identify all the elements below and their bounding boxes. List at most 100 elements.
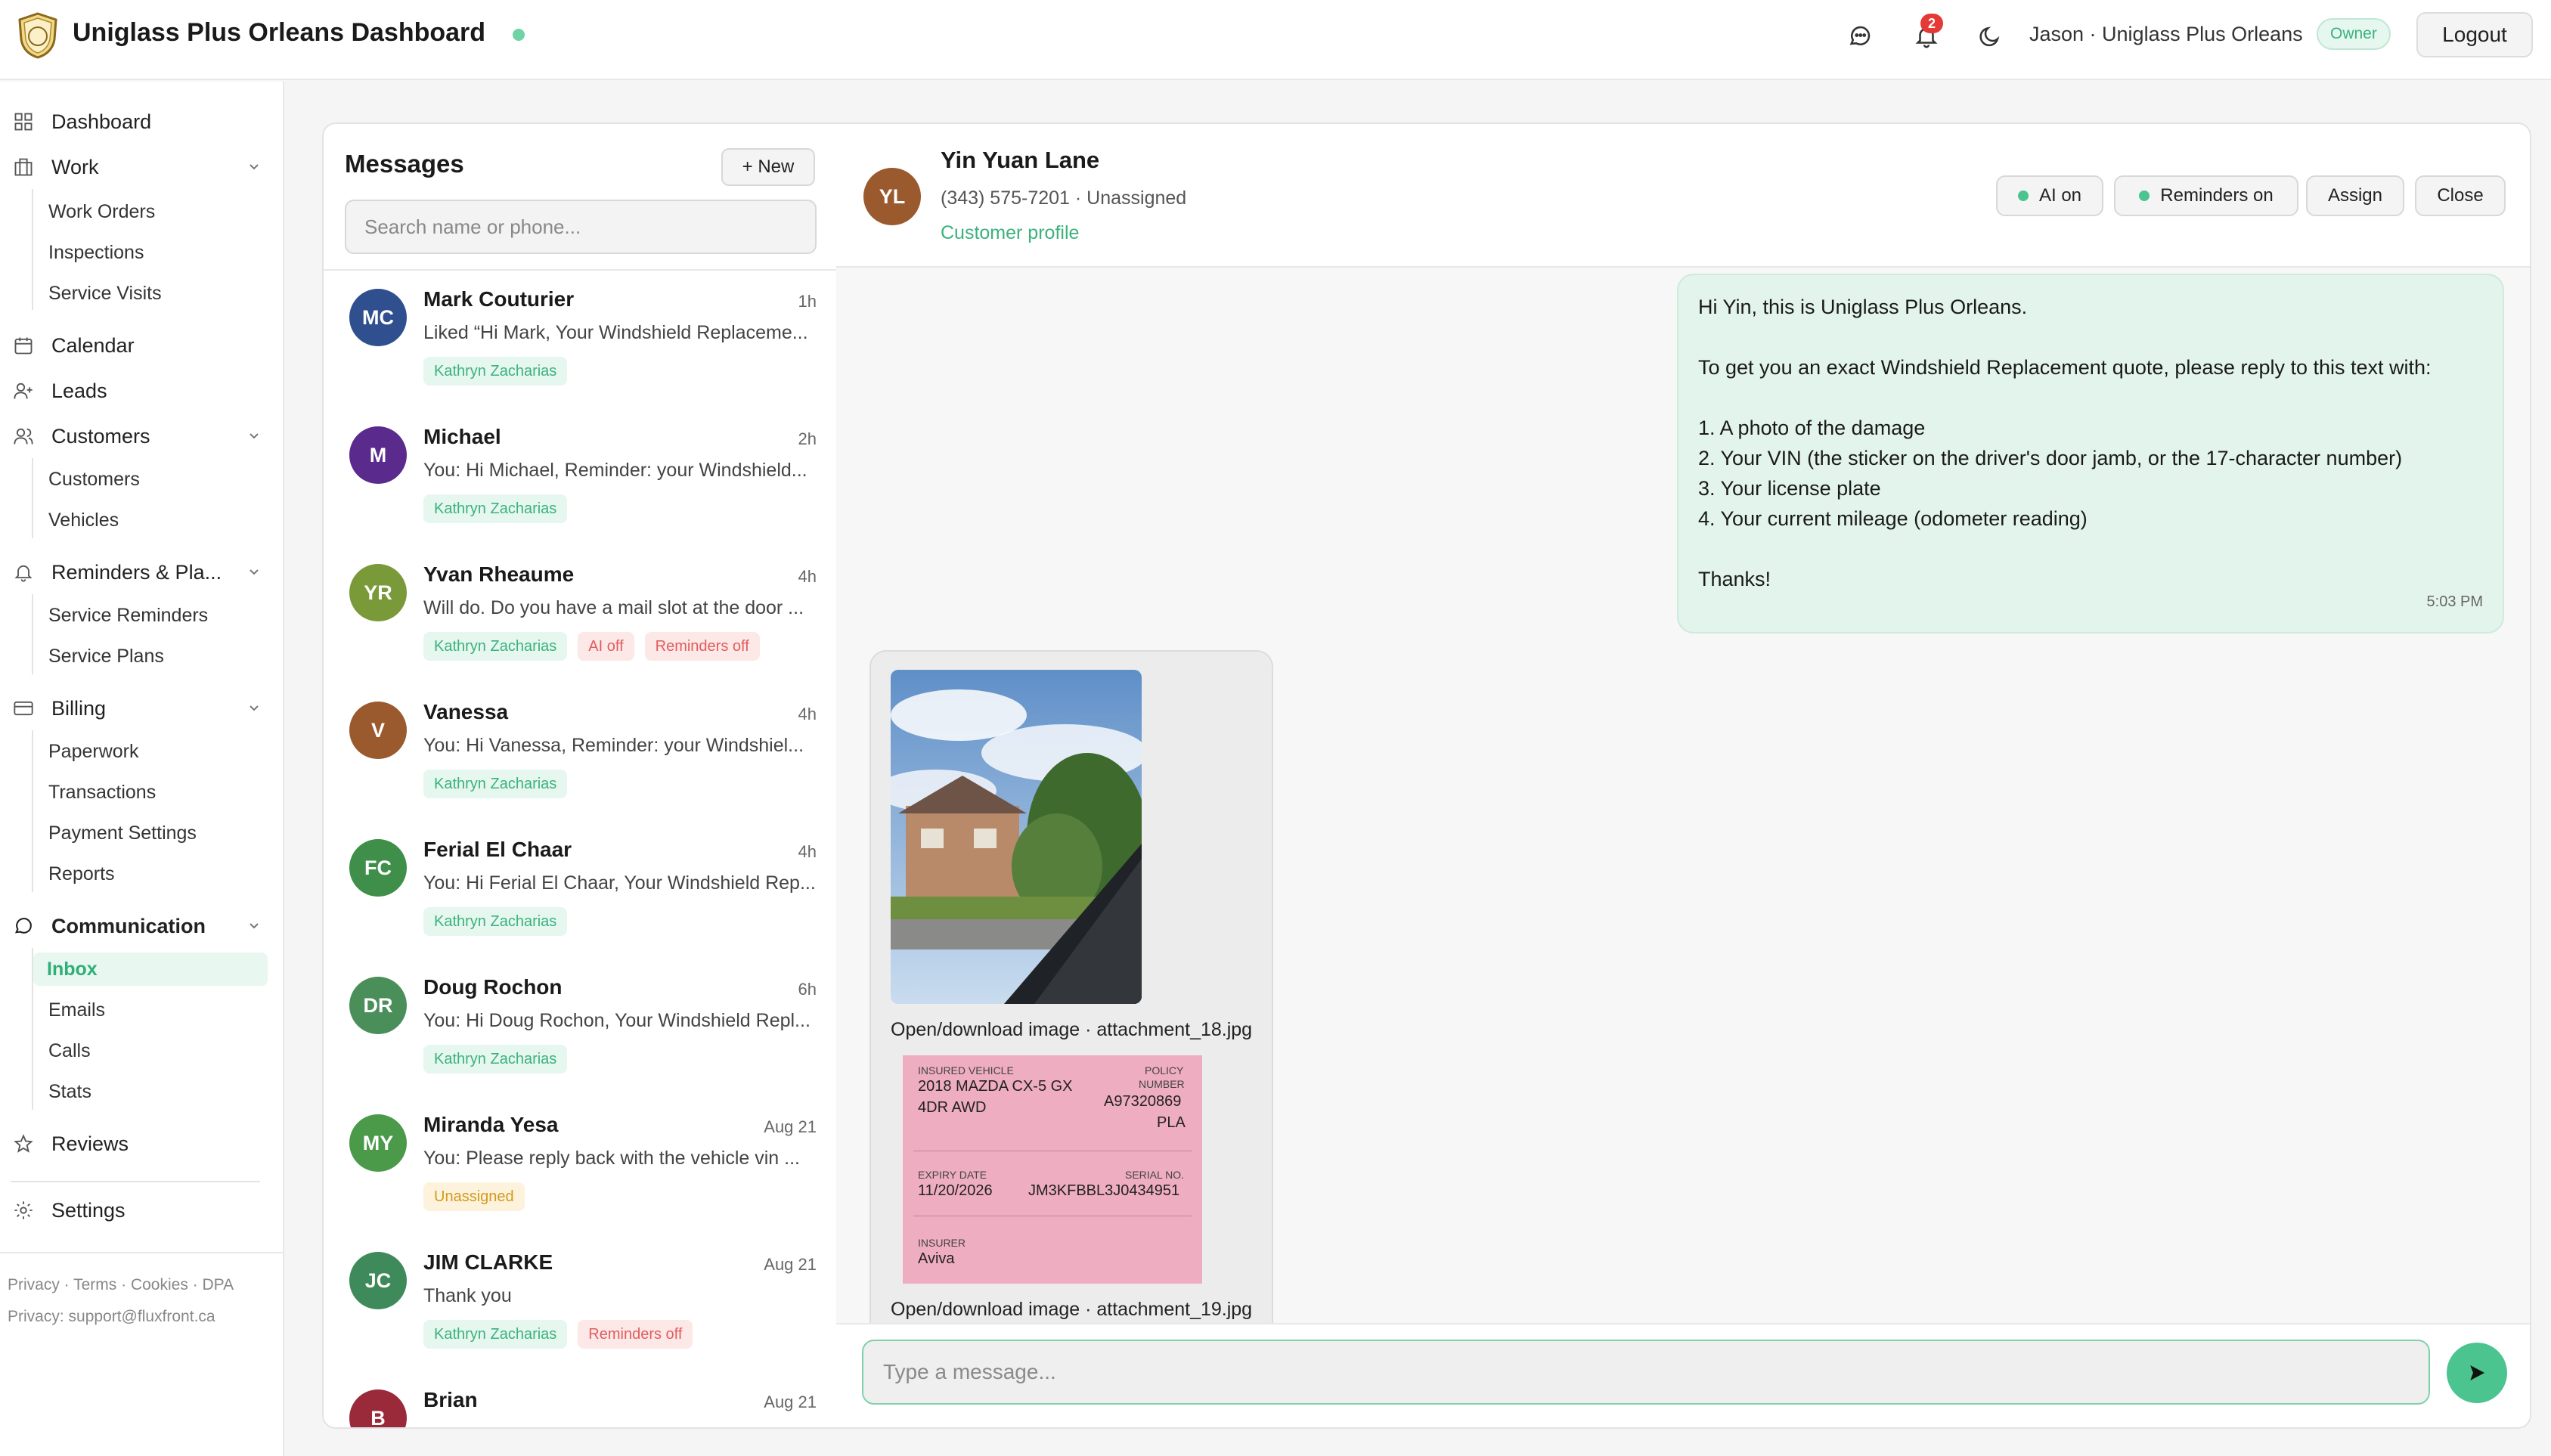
reminders-label: Reminders on bbox=[2160, 185, 2274, 206]
nav-reminders[interactable]: Reminders & Pla... bbox=[11, 553, 268, 591]
footer-links[interactable]: Privacy · Terms · Cookies · DPA bbox=[8, 1276, 234, 1294]
conversation-preview: You: Hi Ferial El Chaar, Your Windshield… bbox=[423, 872, 816, 894]
conversation-item[interactable]: YR Yvan Rheaume 4h Will do. Do you have … bbox=[324, 546, 836, 683]
chat-bubble-icon bbox=[11, 913, 36, 939]
conversation-name: Vanessa bbox=[423, 700, 509, 723]
submenu-line bbox=[32, 730, 33, 892]
doc-label: EXPIRY DATE bbox=[918, 1169, 987, 1181]
conversation-item[interactable]: V Vanessa 4h You: Hi Vanessa, Reminder: … bbox=[324, 683, 836, 821]
sidebar: Dashboard Work Work Orders Inspections S… bbox=[0, 82, 284, 1456]
nav-settings[interactable]: Settings bbox=[11, 1191, 268, 1229]
conversation-item[interactable]: MC Mark Couturier 1h Liked “Hi Mark, You… bbox=[324, 271, 836, 408]
nav-label: Billing bbox=[51, 696, 107, 720]
new-message-button[interactable]: + New bbox=[721, 148, 815, 186]
send-button[interactable] bbox=[2447, 1343, 2507, 1403]
nav-inbox[interactable]: Inbox bbox=[33, 953, 268, 986]
nav-service-reminders[interactable]: Service Reminders bbox=[48, 599, 208, 632]
message-time: 5:03 PM bbox=[2426, 593, 2483, 610]
avatar: YR bbox=[349, 564, 407, 621]
doc-value: JM3KFBBL3J0434951 bbox=[1028, 1182, 1180, 1199]
conversation-time: Aug 21 bbox=[764, 1255, 817, 1274]
nav-customers-list[interactable]: Customers bbox=[48, 463, 140, 496]
conversation-item[interactable]: MY Miranda Yesa Aug 21 You: Please reply… bbox=[324, 1096, 836, 1234]
avatar: FC bbox=[349, 839, 407, 897]
chat-header: YL Yin Yuan Lane (343) 575-7201 · Unassi… bbox=[836, 124, 2530, 268]
doc-label: INSURED VEHICLE bbox=[918, 1064, 1014, 1077]
conversation-item[interactable]: B Brian Aug 21 bbox=[324, 1371, 836, 1427]
nav-leads[interactable]: Leads bbox=[11, 372, 268, 410]
attachment-link[interactable]: Open/download image · attachment_18.jpg bbox=[891, 1019, 1252, 1041]
nav-label: Dashboard bbox=[51, 110, 152, 133]
search-input[interactable] bbox=[345, 200, 817, 254]
conversation-preview: You: Hi Vanessa, Reminder: your Windshie… bbox=[423, 735, 804, 756]
send-icon bbox=[2470, 1365, 2484, 1380]
nav-stats[interactable]: Stats bbox=[48, 1075, 91, 1108]
conversation-time: Aug 21 bbox=[764, 1117, 817, 1136]
conversation-item[interactable]: DR Doug Rochon 6h You: Hi Doug Rochon, Y… bbox=[324, 959, 836, 1096]
nav-transactions[interactable]: Transactions bbox=[48, 776, 156, 809]
conversation-preview: Liked “Hi Mark, Your Windshield Replacem… bbox=[423, 322, 808, 343]
ai-toggle-button[interactable]: AI on bbox=[1996, 175, 2103, 216]
reminders-toggle-button[interactable]: Reminders on bbox=[2114, 175, 2298, 216]
avatar: M bbox=[349, 426, 407, 484]
nav-vehicles[interactable]: Vehicles bbox=[48, 503, 119, 537]
logout-button[interactable]: Logout bbox=[2416, 12, 2533, 57]
avatar: JC bbox=[349, 1252, 407, 1309]
conversation-time: 6h bbox=[798, 980, 817, 999]
message-line: 3. Your license plate bbox=[1698, 477, 1881, 500]
attachment-photo[interactable] bbox=[891, 670, 1142, 1004]
nav-reviews[interactable]: Reviews bbox=[11, 1125, 268, 1163]
assignee-tag: Kathryn Zacharias bbox=[423, 494, 568, 523]
attachment-link[interactable]: Open/download image · attachment_19.jpg bbox=[891, 1299, 1252, 1321]
nav-payment-settings[interactable]: Payment Settings bbox=[48, 816, 197, 850]
nav-dashboard[interactable]: Dashboard bbox=[11, 103, 268, 141]
conversation-item[interactable]: M Michael 2h You: Hi Michael, Reminder: … bbox=[324, 408, 836, 546]
nav-reports[interactable]: Reports bbox=[48, 857, 115, 891]
shield-logo-icon bbox=[18, 12, 57, 59]
message-input[interactable] bbox=[862, 1340, 2430, 1405]
conversation-item[interactable]: JC JIM CLARKE Aug 21 Thank you Kathryn Z… bbox=[324, 1234, 836, 1371]
conversation-time: 4h bbox=[798, 842, 817, 861]
assign-button[interactable]: Assign bbox=[2306, 175, 2404, 216]
chat-icon[interactable] bbox=[1843, 20, 1877, 53]
top-bar: Uniglass Plus Orleans Dashboard 2 Jason … bbox=[0, 0, 2551, 80]
user-plus-icon bbox=[11, 378, 36, 404]
conversation-time: 4h bbox=[798, 705, 817, 723]
submenu-line bbox=[32, 458, 33, 538]
nav-service-plans[interactable]: Service Plans bbox=[48, 640, 164, 673]
doc-value: PLA bbox=[1157, 1114, 1186, 1131]
gear-icon bbox=[11, 1197, 36, 1223]
nav-paperwork[interactable]: Paperwork bbox=[48, 735, 139, 768]
nav-communication[interactable]: Communication bbox=[11, 907, 268, 945]
contact-name: Yin Yuan Lane bbox=[941, 147, 1100, 173]
doc-label: INSURER bbox=[918, 1237, 966, 1249]
nav-work[interactable]: Work bbox=[11, 148, 268, 186]
conversation-time: Aug 21 bbox=[764, 1392, 817, 1411]
nav-service-visits[interactable]: Service Visits bbox=[48, 277, 162, 310]
users-icon bbox=[11, 423, 36, 449]
reminders-off-tag: Reminders off bbox=[578, 1320, 693, 1349]
nav-calendar[interactable]: Calendar bbox=[11, 327, 268, 364]
attachment-document[interactable]: INSURED VEHICLE 2018 MAZDA CX-5 GX 4DR A… bbox=[903, 1055, 1202, 1284]
nav-label: Leads bbox=[51, 379, 107, 402]
moon-icon[interactable] bbox=[1973, 20, 2007, 53]
role-badge: Owner bbox=[2317, 18, 2391, 50]
star-icon bbox=[11, 1131, 36, 1157]
message-line: 1. A photo of the damage bbox=[1698, 417, 1926, 439]
footer-privacy[interactable]: Privacy: support@fluxfront.ca bbox=[8, 1308, 215, 1326]
customer-profile-link[interactable]: Customer profile bbox=[941, 222, 1079, 244]
assignee-tag: Kathryn Zacharias bbox=[423, 1320, 568, 1349]
doc-value: 4DR AWD bbox=[918, 1099, 987, 1116]
avatar: MC bbox=[349, 289, 407, 346]
nav-calls[interactable]: Calls bbox=[48, 1034, 91, 1067]
conversation-item[interactable]: FC Ferial El Chaar 4h You: Hi Ferial El … bbox=[324, 821, 836, 959]
current-user: Jason · Uniglass Plus Orleans bbox=[2029, 23, 2303, 45]
assignee-tag: Kathryn Zacharias bbox=[423, 770, 568, 798]
nav-inspections[interactable]: Inspections bbox=[48, 236, 144, 269]
nav-emails[interactable]: Emails bbox=[48, 993, 105, 1027]
close-button[interactable]: Close bbox=[2415, 175, 2506, 216]
nav-customers[interactable]: Customers bbox=[11, 417, 268, 455]
unassigned-tag: Unassigned bbox=[423, 1182, 525, 1211]
nav-work-orders[interactable]: Work Orders bbox=[48, 195, 155, 228]
nav-billing[interactable]: Billing bbox=[11, 689, 268, 727]
